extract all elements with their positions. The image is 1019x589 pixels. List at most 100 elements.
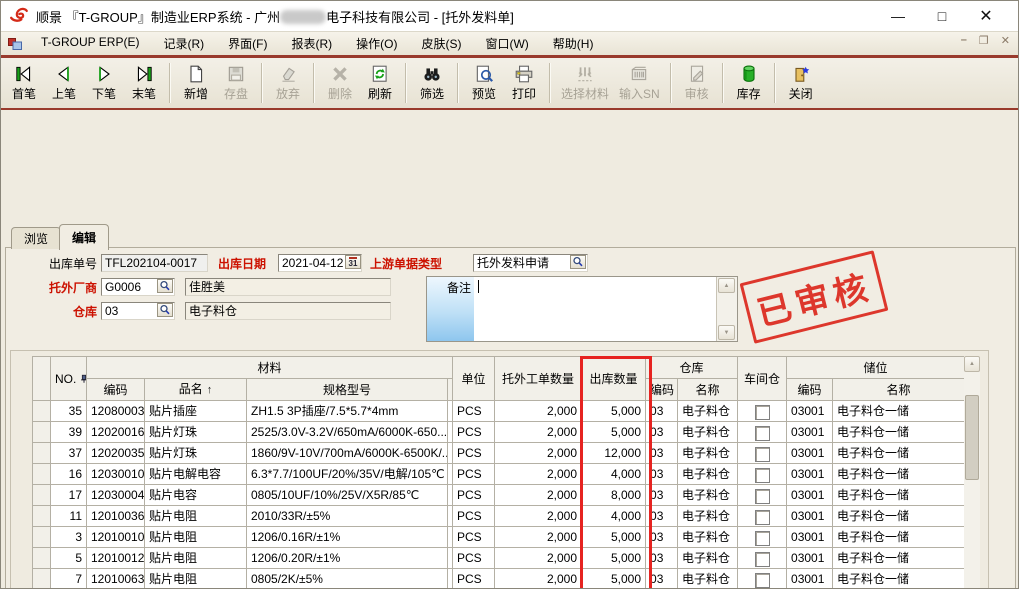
tab-browse[interactable]: 浏览 bbox=[11, 227, 61, 249]
cell-loc-code[interactable]: 03001 bbox=[787, 401, 833, 422]
cell-shop-wh[interactable] bbox=[738, 443, 787, 464]
cell-spec[interactable]: 0805/2K/±5% bbox=[247, 569, 448, 589]
column-header-name[interactable]: 品名↑ bbox=[145, 379, 247, 401]
cell-code[interactable]: 12030010 bbox=[87, 464, 145, 485]
cell-loc-name[interactable]: 电子料仓一储 bbox=[833, 464, 964, 485]
cell-loc-name[interactable]: 电子料仓一储 bbox=[833, 569, 964, 589]
cell-no[interactable]: 35 bbox=[51, 401, 87, 422]
cell-code[interactable]: 12010010 bbox=[87, 527, 145, 548]
cell-shop-wh[interactable] bbox=[738, 527, 787, 548]
column-header-spec[interactable]: 规格型号 bbox=[247, 379, 448, 401]
table-row[interactable]: 3912020016贴片灯珠2525/3.0V-3.2V/650mA/6000K… bbox=[33, 422, 965, 443]
maximize-button[interactable]: □ bbox=[920, 1, 964, 31]
column-header-loc-code[interactable]: 编码 bbox=[787, 379, 833, 401]
cell-loc-code[interactable]: 03001 bbox=[787, 506, 833, 527]
shop-warehouse-checkbox[interactable] bbox=[755, 510, 770, 525]
table-row[interactable]: 712010063贴片电阻0805/2K/±5%PCS2,0005,00003电… bbox=[33, 569, 965, 589]
scroll-down-button[interactable]: ▼ bbox=[718, 325, 735, 340]
cell-issue-qty[interactable]: 12,000 bbox=[582, 443, 646, 464]
cell-no[interactable]: 11 bbox=[51, 506, 87, 527]
table-row[interactable]: 1612030010贴片电解电容6.3*7.7/100UF/20%/35V/电解… bbox=[33, 464, 965, 485]
row-selector[interactable] bbox=[33, 548, 51, 569]
toolbar-preview-button[interactable]: 预览 bbox=[464, 62, 504, 104]
cell-code[interactable]: 12020035 bbox=[87, 443, 145, 464]
column-header-code[interactable]: 编码 bbox=[87, 379, 145, 401]
cell-name[interactable]: 贴片电阻 bbox=[145, 548, 247, 569]
cell-order-qty[interactable]: 2,000 bbox=[495, 464, 582, 485]
cell-shop-wh[interactable] bbox=[738, 569, 787, 589]
shop-warehouse-checkbox[interactable] bbox=[755, 573, 770, 588]
cell-spec[interactable]: ZH1.5 3P插座/7.5*5.7*4mm bbox=[247, 401, 448, 422]
cell-loc-code[interactable]: 03001 bbox=[787, 569, 833, 589]
cell-wh-code[interactable]: 03 bbox=[646, 485, 678, 506]
column-header-narrow[interactable] bbox=[448, 379, 453, 401]
cell-unit[interactable]: PCS bbox=[453, 569, 495, 589]
cell-order-qty[interactable]: 2,000 bbox=[495, 527, 582, 548]
cell-issue-qty[interactable]: 4,000 bbox=[582, 464, 646, 485]
cell-unit[interactable]: PCS bbox=[453, 506, 495, 527]
column-group-warehouse[interactable]: 仓库 bbox=[646, 357, 738, 379]
cell-shop-wh[interactable] bbox=[738, 506, 787, 527]
remark-textarea[interactable] bbox=[474, 277, 719, 341]
cell-loc-name[interactable]: 电子料仓一储 bbox=[833, 422, 964, 443]
cell-order-qty[interactable]: 2,000 bbox=[495, 485, 582, 506]
column-header-wh-name[interactable]: 名称 bbox=[678, 379, 738, 401]
cell-order-qty[interactable]: 2,000 bbox=[495, 443, 582, 464]
cell-loc-name[interactable]: 电子料仓一储 bbox=[833, 443, 964, 464]
shop-warehouse-checkbox[interactable] bbox=[755, 426, 770, 441]
cell-code[interactable]: 12030004 bbox=[87, 485, 145, 506]
cell-spec[interactable]: 1206/0.16R/±1% bbox=[247, 527, 448, 548]
cell-issue-qty[interactable]: 5,000 bbox=[582, 569, 646, 589]
cell-wh-name[interactable]: 电子料仓 bbox=[678, 548, 738, 569]
shop-warehouse-checkbox[interactable] bbox=[755, 531, 770, 546]
shop-warehouse-checkbox[interactable] bbox=[755, 489, 770, 504]
cell-issue-qty[interactable]: 5,000 bbox=[582, 527, 646, 548]
vendor-lookup-button[interactable] bbox=[157, 279, 173, 293]
menu-item-8[interactable]: 帮助(H) bbox=[541, 33, 606, 54]
table-row[interactable]: 1712030004贴片电容0805/10UF/10%/25V/X5R/85℃P… bbox=[33, 485, 965, 506]
cell-no[interactable]: 39 bbox=[51, 422, 87, 443]
cell-unit[interactable]: PCS bbox=[453, 443, 495, 464]
cell-shop-wh[interactable] bbox=[738, 485, 787, 506]
cell-wh-code[interactable]: 03 bbox=[646, 401, 678, 422]
grid-vertical-scrollbar[interactable]: ▲ ▼ bbox=[964, 356, 980, 589]
column-group-material[interactable]: 材料 bbox=[87, 357, 453, 379]
menu-item-3[interactable]: 界面(F) bbox=[216, 33, 279, 54]
cell-loc-name[interactable]: 电子料仓一储 bbox=[833, 548, 964, 569]
row-selector[interactable] bbox=[33, 401, 51, 422]
cell-wh-name[interactable]: 电子料仓 bbox=[678, 443, 738, 464]
tab-edit[interactable]: 编辑 bbox=[59, 224, 109, 250]
calendar-button[interactable]: 31 bbox=[345, 255, 361, 269]
cell-loc-code[interactable]: 03001 bbox=[787, 464, 833, 485]
cell-wh-code[interactable]: 03 bbox=[646, 443, 678, 464]
row-selector[interactable] bbox=[33, 422, 51, 443]
cell-issue-qty[interactable]: 5,000 bbox=[582, 422, 646, 443]
cell-unit[interactable]: PCS bbox=[453, 401, 495, 422]
cell-wh-name[interactable]: 电子料仓 bbox=[678, 464, 738, 485]
cell-loc-name[interactable]: 电子料仓一储 bbox=[833, 401, 964, 422]
cell-spec[interactable]: 2525/3.0V-3.2V/650mA/6000K-650... bbox=[247, 422, 448, 443]
cell-wh-code[interactable]: 03 bbox=[646, 569, 678, 589]
cell-order-qty[interactable]: 2,000 bbox=[495, 569, 582, 589]
scroll-up-button[interactable]: ▲ bbox=[718, 278, 735, 293]
mdi-restore-button[interactable]: ❐ bbox=[979, 34, 989, 47]
cell-name[interactable]: 贴片灯珠 bbox=[145, 443, 247, 464]
toolbar-first-button[interactable]: 首笔 bbox=[4, 62, 44, 104]
cell-name[interactable]: 贴片电容 bbox=[145, 485, 247, 506]
cell-loc-code[interactable]: 03001 bbox=[787, 485, 833, 506]
doc-no-field[interactable]: TFL202104-0017 bbox=[101, 254, 208, 272]
mdi-close-button[interactable]: ✕ bbox=[1001, 34, 1010, 47]
column-header-wh-code[interactable]: 编码 bbox=[646, 379, 678, 401]
cell-code[interactable]: 12020016 bbox=[87, 422, 145, 443]
column-header-loc-name[interactable]: 名称 bbox=[833, 379, 964, 401]
cell-wh-name[interactable]: 电子料仓 bbox=[678, 401, 738, 422]
toolbar-last-button[interactable]: 末笔 bbox=[124, 62, 164, 104]
toolbar-stock-button[interactable]: 库存 bbox=[729, 62, 769, 104]
row-selector[interactable] bbox=[33, 506, 51, 527]
cell-spec[interactable]: 0805/10UF/10%/25V/X5R/85℃ bbox=[247, 485, 448, 506]
cell-wh-name[interactable]: 电子料仓 bbox=[678, 485, 738, 506]
cell-unit[interactable]: PCS bbox=[453, 527, 495, 548]
cell-loc-name[interactable]: 电子料仓一储 bbox=[833, 485, 964, 506]
column-header-order-qty[interactable]: 托外工单数量 bbox=[495, 357, 582, 401]
row-selector[interactable] bbox=[33, 485, 51, 506]
